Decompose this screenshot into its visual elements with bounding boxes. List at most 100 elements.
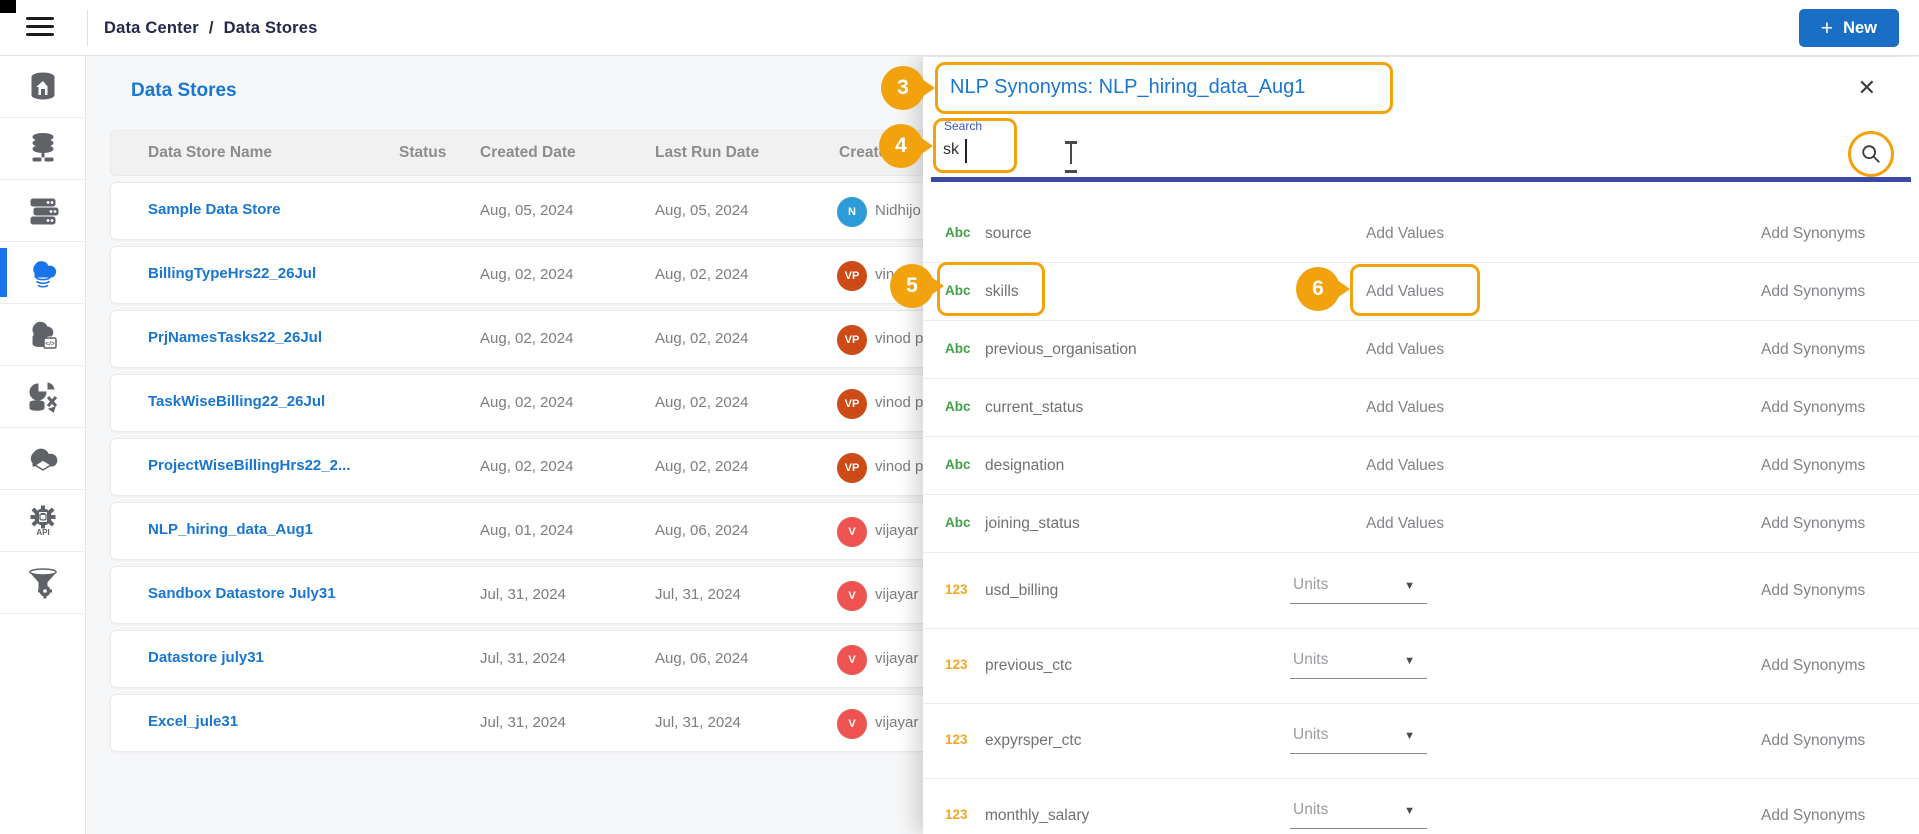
field-name: joining_status <box>985 515 1080 532</box>
last-run-date: Jul, 31, 2024 <box>655 714 741 731</box>
row-divider <box>923 320 1919 321</box>
cloud-layers-icon <box>30 448 58 471</box>
callout-badge-5: 5 <box>890 264 934 308</box>
add-values-link[interactable]: Add Values <box>1366 341 1444 359</box>
cloud-datastore-icon <box>33 260 57 288</box>
avatar: N <box>837 197 867 227</box>
col-created-date: Created Date <box>480 144 576 161</box>
new-button-label: New <box>1843 18 1877 37</box>
add-values-link[interactable]: Add Values <box>1366 225 1444 243</box>
callout-badge-3: 3 <box>881 66 925 110</box>
col-status: Status <box>399 144 447 161</box>
created-date: Aug, 01, 2024 <box>480 522 574 539</box>
text-type-icon: Abc <box>945 225 971 240</box>
screen-corner-artifact <box>0 0 16 13</box>
breadcrumb-separator: / <box>208 18 214 37</box>
add-synonyms-link[interactable]: Add Synonyms <box>1761 732 1865 750</box>
avatar: V <box>837 517 867 547</box>
search-label: Search <box>944 119 983 133</box>
add-synonyms-link[interactable]: Add Synonyms <box>1761 225 1865 243</box>
created-date: Aug, 05, 2024 <box>480 202 574 219</box>
new-button[interactable]: + New <box>1798 9 1899 47</box>
last-run-date: Aug, 02, 2024 <box>655 458 749 475</box>
panel-title: NLP Synonyms: NLP_hiring_data_Aug1 <box>950 76 1306 98</box>
sidebar-item-servers[interactable] <box>0 180 86 242</box>
created-by: vinod p <box>875 458 924 475</box>
menu-icon[interactable] <box>26 17 54 39</box>
data-store-link[interactable]: BillingTypeHrs22_26Jul <box>148 265 316 282</box>
ibeam-mouse-cursor <box>1063 141 1079 167</box>
add-values-link[interactable]: Add Values <box>1366 399 1444 417</box>
chevron-down-icon: ▼ <box>1404 655 1415 667</box>
created-date: Aug, 02, 2024 <box>480 266 574 283</box>
add-synonyms-link[interactable]: Add Synonyms <box>1761 515 1865 533</box>
search-input[interactable]: sk <box>943 141 959 159</box>
data-store-link[interactable]: PrjNamesTasks22_26Jul <box>148 329 322 346</box>
plus-icon: + <box>1820 16 1834 40</box>
field-name: usd_billing <box>985 582 1059 599</box>
sidebar: </> API <box>0 56 86 834</box>
data-store-link[interactable]: Excel_jule31 <box>148 713 238 730</box>
numeric-type-icon: 123 <box>945 657 968 672</box>
callout-badge-6: 6 <box>1296 267 1340 311</box>
add-synonyms-link[interactable]: Add Synonyms <box>1761 582 1865 600</box>
field-name: previous_organisation <box>985 341 1137 358</box>
add-synonyms-link[interactable]: Add Synonyms <box>1761 457 1865 475</box>
add-synonyms-link[interactable]: Add Synonyms <box>1761 657 1865 675</box>
last-run-date: Aug, 02, 2024 <box>655 266 749 283</box>
sidebar-item-databases[interactable] <box>0 118 86 180</box>
data-store-link[interactable]: TaskWiseBilling22_26Jul <box>148 393 325 410</box>
page-title: Data Stores <box>131 80 237 101</box>
last-run-date: Aug, 06, 2024 <box>655 650 749 667</box>
close-icon[interactable]: ✕ <box>1858 75 1876 101</box>
created-date: Jul, 31, 2024 <box>480 586 566 603</box>
field-name: current_status <box>985 399 1084 416</box>
add-synonyms-link[interactable]: Add Synonyms <box>1761 341 1865 359</box>
units-dropdown[interactable]: Units ▼ <box>1290 724 1427 754</box>
numeric-type-icon: 123 <box>945 732 968 747</box>
sidebar-item-api[interactable]: API <box>0 490 86 552</box>
field-name: expyrsper_ctc <box>985 732 1082 749</box>
sidebar-item-cloud-code[interactable]: </> <box>0 304 86 366</box>
data-store-link[interactable]: Sample Data Store <box>148 201 281 218</box>
top-bar: Data Center / Data Stores + New <box>0 0 1919 56</box>
last-run-date: Aug, 05, 2024 <box>655 202 749 219</box>
add-values-link[interactable]: Add Values <box>1366 457 1444 475</box>
units-dropdown[interactable]: Units ▼ <box>1290 574 1427 604</box>
sidebar-item-model-funnel[interactable] <box>0 552 86 614</box>
data-store-link[interactable]: ProjectWiseBillingHrs22_2... <box>148 457 350 474</box>
sidebar-item-data-stores[interactable] <box>0 242 86 304</box>
api-icon-label: API <box>36 528 49 537</box>
row-divider <box>923 378 1919 379</box>
field-name: skills <box>985 283 1019 300</box>
add-values-link[interactable]: Add Values <box>1366 515 1444 533</box>
created-by: vijayar <box>875 650 919 667</box>
units-dropdown[interactable]: Units ▼ <box>1290 649 1427 679</box>
units-dropdown[interactable]: Units ▼ <box>1290 799 1427 829</box>
add-values-link[interactable]: Add Values <box>1366 283 1444 301</box>
avatar: VP <box>837 325 867 355</box>
avatar: VP <box>837 389 867 419</box>
add-synonyms-link[interactable]: Add Synonyms <box>1761 807 1865 825</box>
sidebar-item-data-transform[interactable] <box>0 366 86 428</box>
breadcrumb-current[interactable]: Data Stores <box>224 19 318 38</box>
created-by: vijayar <box>875 586 919 603</box>
data-store-link[interactable]: Datastore july31 <box>148 649 264 666</box>
sidebar-item-data-center-home[interactable] <box>0 56 86 118</box>
data-transform-icon <box>29 381 58 413</box>
data-store-link[interactable]: NLP_hiring_data_Aug1 <box>148 521 313 538</box>
text-type-icon: Abc <box>945 399 971 414</box>
avatar: V <box>837 709 867 739</box>
breadcrumb-parent[interactable]: Data Center <box>104 19 199 38</box>
add-synonyms-link[interactable]: Add Synonyms <box>1761 399 1865 417</box>
text-type-icon: Abc <box>945 283 971 298</box>
search-icon[interactable] <box>1860 143 1882 165</box>
text-type-icon: Abc <box>945 457 971 472</box>
numeric-type-icon: 123 <box>945 807 968 822</box>
data-store-link[interactable]: Sandbox Datastore July31 <box>148 585 336 602</box>
field-name: designation <box>985 457 1065 474</box>
sidebar-item-cloud-layers[interactable] <box>0 428 86 490</box>
chevron-down-icon: ▼ <box>1404 730 1415 742</box>
last-run-date: Aug, 02, 2024 <box>655 330 749 347</box>
add-synonyms-link[interactable]: Add Synonyms <box>1761 283 1865 301</box>
